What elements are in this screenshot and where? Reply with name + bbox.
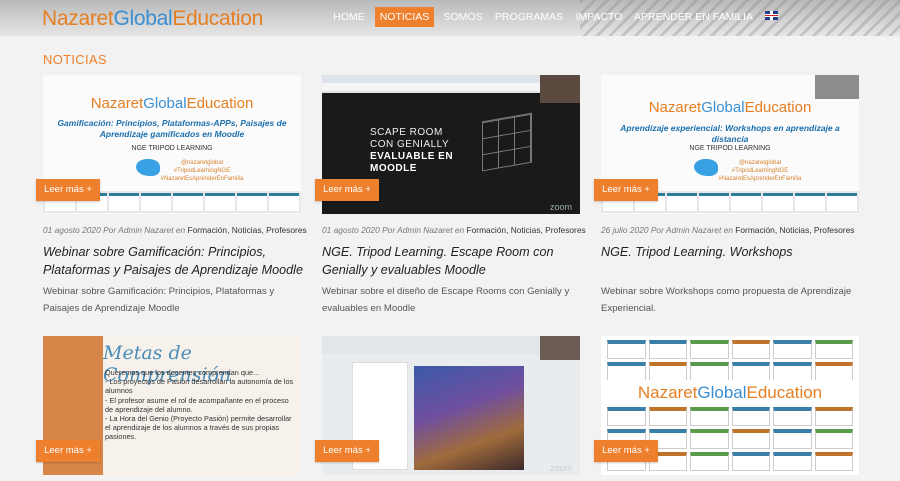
post-excerpt: Webinar sobre Gamificación: Principios, …	[43, 286, 275, 314]
post-card: NazaretGlobalEducation Leer más +	[594, 336, 859, 481]
thumb-subtitle: Gamificación: Principios, Plataformas-AP…	[57, 118, 287, 139]
webcam-thumbnail	[540, 336, 580, 360]
read-more-button[interactable]: Leer más +	[594, 179, 658, 201]
zoom-logo: zoom	[549, 202, 572, 212]
thumb-text: SCAPE ROOM CON GENIALLY EVALUABLE EN MOO…	[370, 127, 454, 174]
post-categories[interactable]: Formación, Noticias, Profesores	[467, 225, 586, 235]
thumb-brand: NazaretGlobalEducation	[607, 380, 853, 406]
cube-icon	[482, 112, 532, 172]
thumb-subtitle: Aprendizaje experiencial: Workshops en a…	[620, 123, 840, 144]
read-more-button[interactable]: Leer más +	[315, 179, 379, 201]
post-categories[interactable]: Formación, Noticias, Profesores	[188, 225, 307, 235]
read-more-button[interactable]: Leer más +	[315, 440, 379, 462]
webcam-thumbnail	[540, 75, 580, 103]
thumb-brand: NazaretGlobalEducation	[648, 99, 812, 116]
post-categories[interactable]: Formación, Noticias, Profesores	[735, 225, 854, 235]
thumb-handles: @nazaretglobal #TripodLearningNGE #Nazar…	[160, 160, 244, 182]
thumb-body: Queremos que los docentes comprendan que…	[105, 368, 294, 442]
read-more-button[interactable]: Leer más +	[594, 440, 658, 462]
nav-item-impacto[interactable]: IMPACTO	[572, 7, 626, 27]
read-more-button[interactable]: Leer más +	[36, 440, 100, 462]
post-meta: 01 agosto 2020 Por Admin Nazaret en Form…	[322, 225, 586, 235]
post-card: NazaretGlobalEducation Aprendizaje exper…	[594, 75, 859, 325]
post-card: Metas de Comprensión Queremos que los do…	[36, 336, 301, 481]
nav-item-somos[interactable]: SOMOS	[440, 7, 486, 27]
post-title[interactable]: NGE. Tripod Learning. Escape Room con Ge…	[322, 243, 584, 279]
nav-item-programas[interactable]: PROGRAMAS	[494, 7, 564, 27]
post-meta: 26 julio 2020 Por Admin Nazaret en Forma…	[601, 225, 855, 235]
post-title[interactable]: Webinar sobre Gamificación: Principios, …	[43, 243, 305, 279]
page-title: NOTICIAS	[43, 52, 107, 67]
post-card: NazaretGlobalEducation Gamificación: Pri…	[36, 75, 307, 325]
post-card: SCAPE ROOM CON GENIALLY EVALUABLE EN MOO…	[315, 75, 586, 325]
post-excerpt: Webinar sobre el diseño de Escape Rooms …	[322, 286, 570, 314]
post-title[interactable]: NGE. Tripod Learning. Workshops	[601, 243, 863, 261]
uk-flag-icon[interactable]	[765, 11, 778, 20]
post-meta: 01 agosto 2020 Por Admin Nazaret en Form…	[43, 225, 307, 235]
thumb-line: NGE TRIPOD LEARNING	[131, 145, 213, 152]
thumb-handles: @nazaretglobal #TripodLearningNGE #Nazar…	[718, 160, 802, 182]
nav-item-aprender-en-familia[interactable]: APRENDER EN FAMILIA	[634, 7, 753, 27]
nav-item-noticias[interactable]: NOTICIAS	[375, 7, 434, 27]
thumb-line: NGE TRIPOD LEARNING	[689, 145, 771, 152]
nav-item-home[interactable]: HOME	[327, 7, 371, 27]
site-header: NazaretGlobalEducation HOME NOTICIAS SOM…	[0, 0, 900, 36]
post-card: zoom Leer más +	[315, 336, 580, 481]
read-more-button[interactable]: Leer más +	[36, 179, 100, 201]
post-excerpt: Webinar sobre Workshops como propuesta d…	[601, 286, 852, 314]
game-image	[414, 366, 524, 470]
webcam-thumbnail	[815, 75, 859, 99]
thumb-brand: NazaretGlobalEducation	[90, 95, 254, 112]
zoom-logo: zoom	[549, 463, 572, 473]
